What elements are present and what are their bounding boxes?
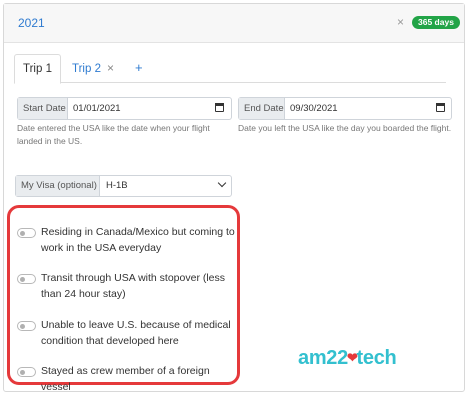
close-icon[interactable]: × — [397, 15, 404, 29]
tab-trip-2[interactable]: Trip 2 × — [72, 54, 114, 82]
year-title[interactable]: 2021 — [18, 16, 45, 30]
trip-tabs: Trip 1 Trip 2 × + — [14, 54, 446, 84]
visa-label: My Visa (optional) — [16, 176, 100, 196]
tab-label: Trip 2 — [72, 63, 101, 75]
days-badge: 365 days — [412, 16, 460, 29]
start-date-help: Date entered the USA like the date when … — [17, 123, 210, 146]
start-date-value[interactable]: 01/01/2021 — [73, 98, 121, 119]
toggle-switch[interactable] — [17, 321, 36, 331]
toggle-switch[interactable] — [17, 274, 36, 284]
card-header: 2021 × 365 days — [4, 4, 464, 43]
chevron-down-icon[interactable] — [217, 178, 227, 188]
logo-text-right: tech — [356, 347, 397, 369]
visa-select[interactable]: My Visa (optional) H-1B — [15, 175, 232, 197]
toggle-switch[interactable] — [17, 228, 36, 238]
start-date-field[interactable]: Start Date 01/01/2021 — [17, 97, 232, 120]
add-trip-button[interactable]: + — [135, 54, 143, 82]
logo-text-left: am22 — [298, 347, 348, 369]
tab-label: Trip 1 — [23, 63, 52, 75]
calendar-icon[interactable] — [436, 103, 445, 112]
visa-value[interactable]: H-1B — [106, 176, 128, 196]
watermark-logo: am22❤tech — [298, 347, 397, 370]
tab-trip-1[interactable]: Trip 1 — [14, 54, 61, 84]
option-label: Residing in Canada/Mexico but coming to … — [41, 226, 235, 254]
option-label: Transit through USA with stopover (less … — [41, 272, 226, 300]
start-date-label: Start Date — [18, 98, 68, 119]
close-tab-icon[interactable]: × — [107, 61, 114, 75]
option-label: Stayed as crew member of a foreign vesse… — [41, 365, 210, 393]
end-date-label: End Date — [239, 98, 285, 119]
option-label: Unable to leave U.S. because of medical … — [41, 319, 231, 347]
end-date-help: Date you left the USA like the day you b… — [238, 123, 452, 133]
toggle-switch[interactable] — [17, 367, 36, 377]
end-date-value[interactable]: 09/30/2021 — [290, 98, 338, 119]
calendar-icon[interactable] — [215, 103, 224, 112]
end-date-field[interactable]: End Date 09/30/2021 — [238, 97, 452, 120]
